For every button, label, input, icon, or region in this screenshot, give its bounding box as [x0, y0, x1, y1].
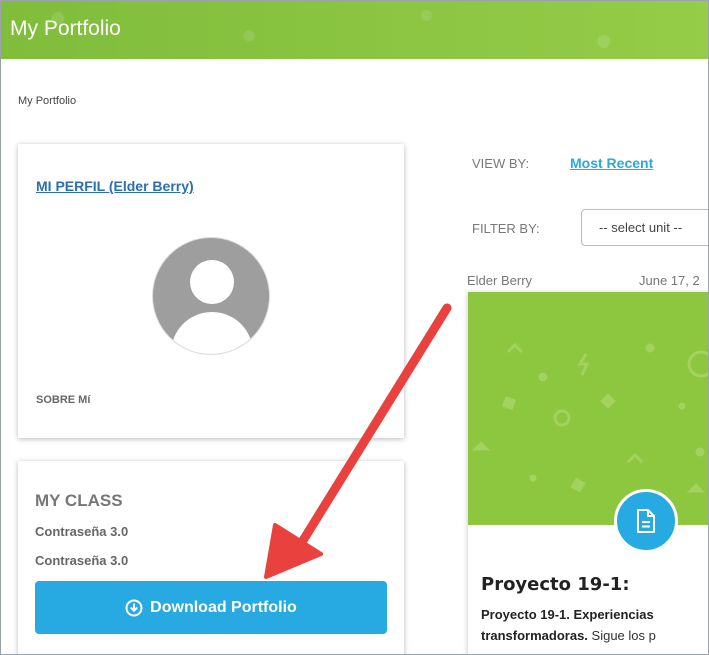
avatar-body: [171, 312, 253, 354]
document-icon[interactable]: [614, 489, 678, 553]
post-title[interactable]: Proyecto 19-1:: [481, 574, 630, 595]
my-class-title: MY CLASS: [35, 491, 123, 510]
breadcrumb[interactable]: My Portfolio: [18, 95, 76, 107]
post-banner: [468, 292, 708, 553]
avatar-head: [190, 260, 234, 304]
portfolio-post-card[interactable]: Proyecto 19-1: Proyecto 19-1. Experienci…: [468, 292, 708, 654]
document-glyph: [637, 509, 655, 533]
filter-by-label: FILTER BY:: [472, 221, 540, 236]
banner-pattern: [471, 342, 708, 493]
post-date: June 17, 2: [639, 273, 700, 288]
page-header: My Portfolio: [1, 1, 708, 59]
portfolio-window: My Portfolio My Portfolio MI PERFIL (Eld…: [0, 0, 709, 655]
post-excerpt: Proyecto 19-1. Experiencias transformado…: [481, 604, 708, 646]
profile-link[interactable]: MI PERFIL (Elder Berry): [36, 178, 194, 194]
download-portfolio-label: Download Portfolio: [150, 598, 297, 616]
unit-filter-select[interactable]: -- select unit --: [581, 209, 708, 246]
class-name-2: Contraseña 3.0: [35, 553, 129, 568]
view-by-most-recent[interactable]: Most Recent: [570, 155, 653, 171]
view-by-label: VIEW BY:: [472, 156, 530, 171]
page-title: My Portfolio: [10, 17, 121, 40]
post-excerpt-rest: Sigue los p: [587, 628, 656, 643]
my-class-card: MY CLASS Contraseña 3.0 Contraseña 3.0 D…: [18, 461, 404, 654]
download-portfolio-button[interactable]: Download Portfolio: [35, 581, 387, 634]
profile-card: MI PERFIL (Elder Berry) SOBRE Mí: [18, 144, 404, 438]
about-me-label: SOBRE Mí: [36, 394, 91, 406]
user-avatar-icon: [152, 237, 270, 355]
class-name-1: Contraseña 3.0: [35, 524, 129, 539]
post-author: Elder Berry: [467, 273, 533, 288]
download-circle-icon: [125, 599, 143, 616]
